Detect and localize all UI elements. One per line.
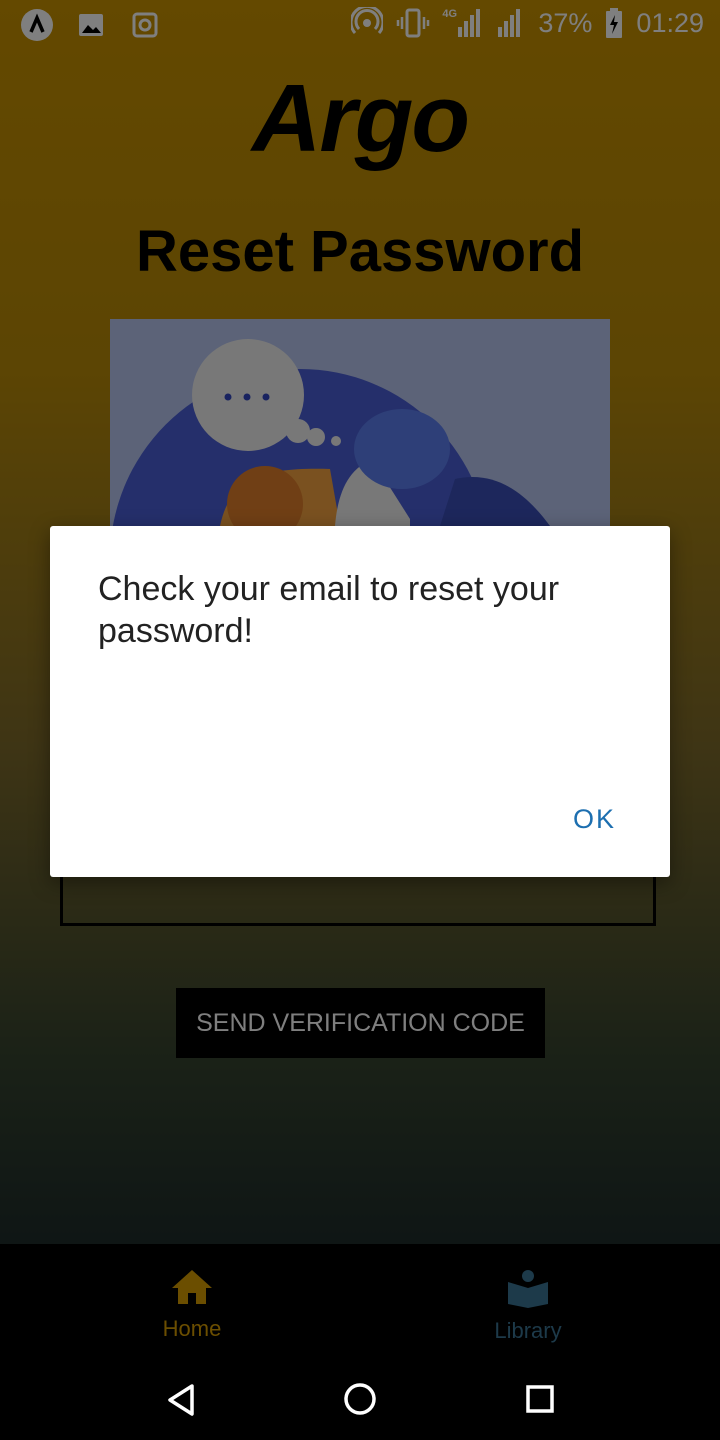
- back-icon[interactable]: [164, 1382, 198, 1423]
- system-navigation-bar: [0, 1364, 720, 1440]
- alert-dialog: Check your email to reset your password!…: [50, 526, 670, 877]
- dialog-message: Check your email to reset your password!: [98, 570, 560, 650]
- nav-item-library[interactable]: Library: [428, 1268, 628, 1344]
- nav-item-label: Home: [162, 1316, 222, 1341]
- library-icon: [506, 1270, 550, 1313]
- home-icon: [170, 1270, 214, 1311]
- nav-item-home[interactable]: Home: [92, 1268, 292, 1342]
- nav-item-label: Library: [494, 1318, 562, 1343]
- home-circle-icon[interactable]: [342, 1381, 378, 1422]
- recents-icon[interactable]: [524, 1383, 556, 1420]
- ok-button[interactable]: OK: [573, 804, 616, 835]
